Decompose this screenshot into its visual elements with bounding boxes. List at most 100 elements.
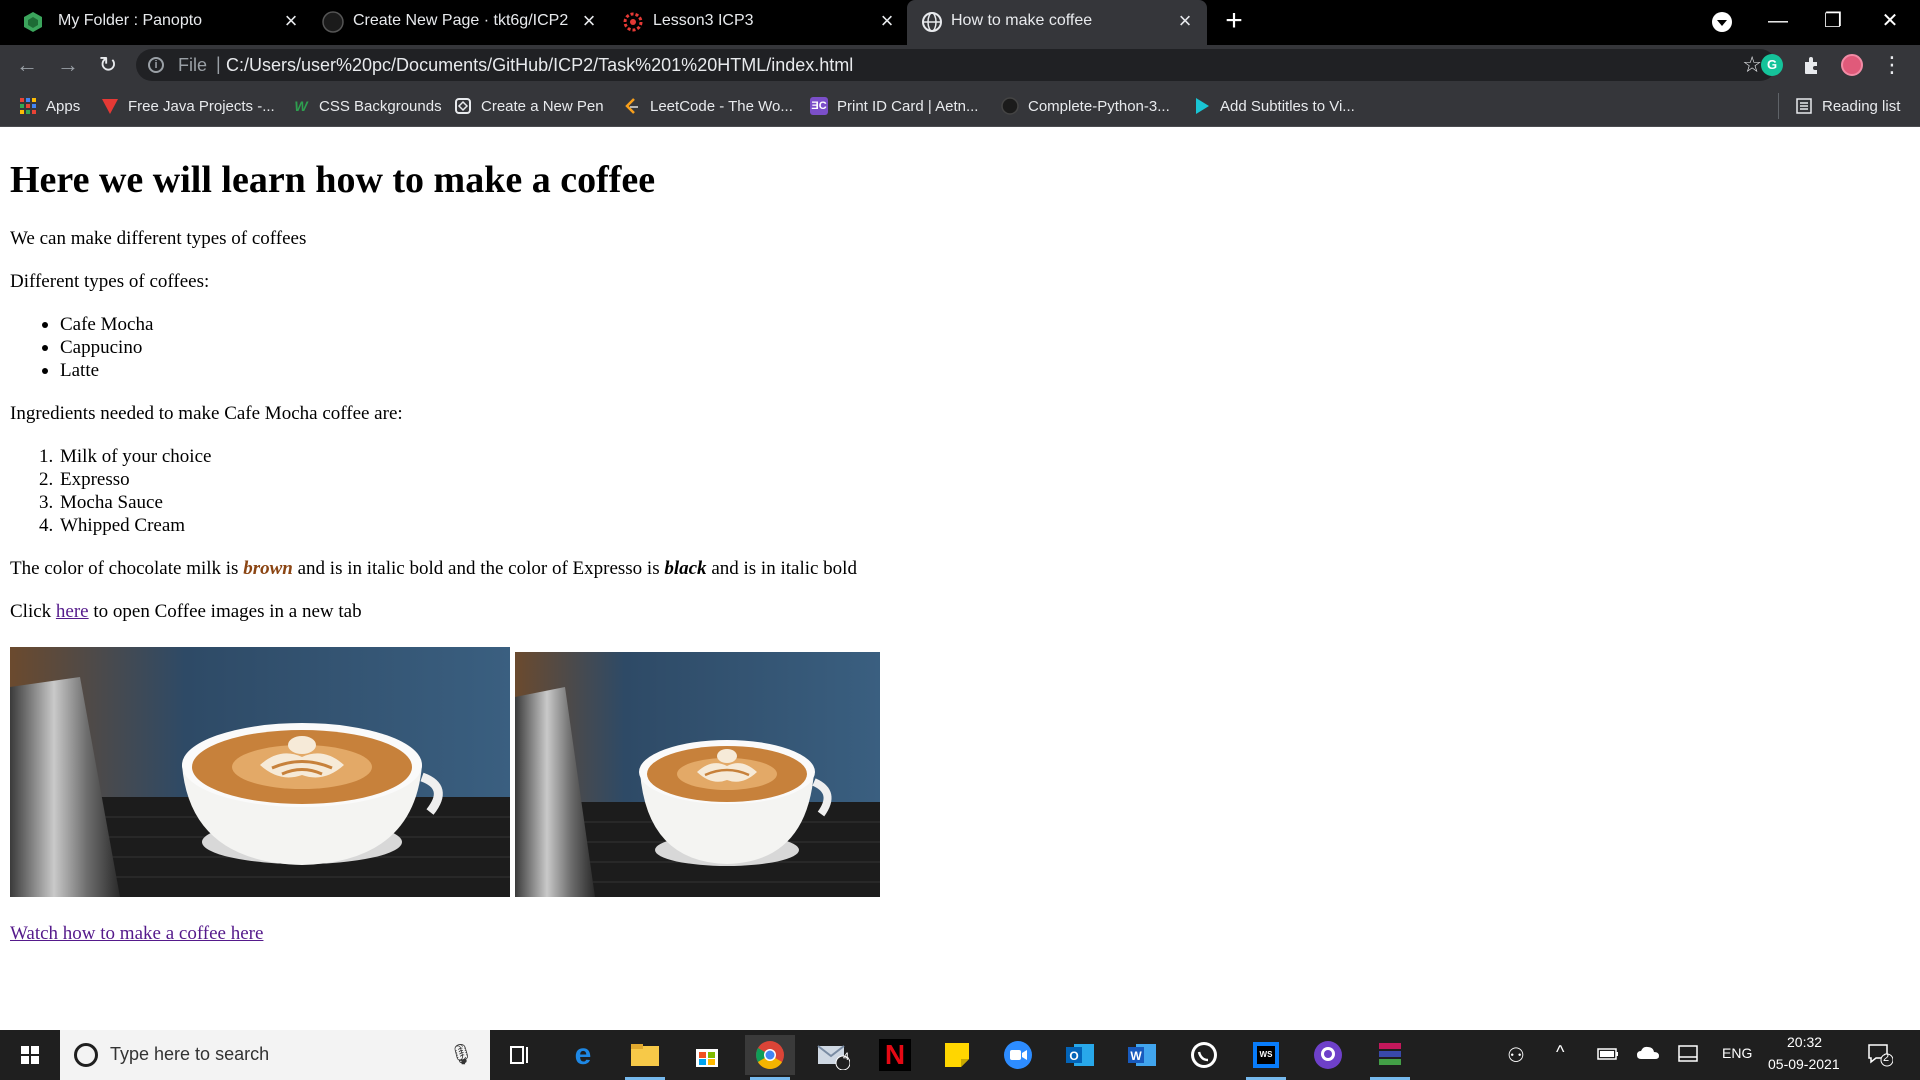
edge-icon[interactable]: e [558, 1035, 608, 1075]
bullet-icon [42, 322, 48, 328]
new-tab-plus-icon[interactable]: + [1220, 6, 1248, 36]
coffee-types-label: Different types of coffees: [10, 271, 210, 292]
tray-overflow-chevron-icon[interactable]: ^ [1556, 1042, 1564, 1063]
bullet-icon [42, 345, 48, 351]
list-number: 3. [39, 492, 54, 513]
tab-lesson3[interactable]: Lesson3 ICP3 × [610, 0, 910, 45]
bookmark-css-backgrounds[interactable]: W CSS Backgrounds [292, 95, 441, 117]
tab-title: My Folder : Panopto [58, 12, 203, 29]
file-explorer-icon[interactable] [620, 1035, 670, 1080]
bookmark-apps[interactable]: Apps [19, 95, 80, 117]
github-desktop-icon[interactable] [1303, 1035, 1353, 1075]
bookmark-label: LeetCode - The Wo... [650, 97, 793, 115]
tab-search-icon[interactable] [1711, 11, 1733, 33]
list-item-text: Expresso [60, 469, 130, 490]
video-link-row: Watch how to make a coffee here [10, 922, 263, 945]
color-sentence-part2: and is in italic bold and the color of E… [292, 558, 665, 579]
tab-close-icon[interactable]: × [578, 10, 600, 32]
netflix-icon[interactable]: N [870, 1035, 920, 1075]
bookmark-complete-python[interactable]: Complete-Python-3... [1001, 95, 1170, 117]
window-close-icon[interactable]: ✕ [1870, 6, 1910, 36]
menu-kebab-icon[interactable]: ⋮ [1877, 50, 1907, 80]
github-icon [322, 11, 344, 33]
extensions-puzzle-icon[interactable] [1801, 54, 1823, 76]
language-indicator[interactable]: ENG [1722, 1045, 1752, 1061]
address-bar[interactable]: i File | C:/Users/user%20pc/Documents/Gi… [136, 49, 1776, 81]
tab-how-to-make-coffee[interactable]: How to make coffee × [907, 0, 1207, 45]
forward-icon[interactable]: → [53, 50, 83, 80]
list-item: 2. Expresso [39, 468, 211, 491]
tab-title: Lesson3 ICP3 [653, 12, 754, 29]
tab-panopto[interactable]: My Folder : Panopto × [0, 0, 310, 45]
sticky-notes-icon[interactable] [932, 1035, 982, 1075]
page-heading: Here we will learn how to make a coffee [10, 159, 656, 201]
webstorm-icon[interactable]: WS [1241, 1035, 1291, 1080]
notification-count: 2 [1883, 1052, 1890, 1064]
tab-close-icon[interactable]: × [1174, 10, 1196, 32]
bookmark-label: Complete-Python-3... [1028, 97, 1170, 115]
play-icon [1196, 98, 1209, 114]
svg-text:W: W [1130, 1049, 1142, 1063]
click-sentence: Click here to open Coffee images in a ne… [10, 600, 362, 623]
reading-list-button[interactable]: Reading list [1795, 95, 1900, 117]
zoom-icon[interactable] [993, 1035, 1043, 1075]
whatsapp-icon[interactable] [1179, 1035, 1229, 1075]
black-text: black [664, 558, 707, 579]
outlook-icon[interactable]: O [1055, 1035, 1105, 1075]
info-icon[interactable]: i [148, 57, 164, 73]
tab-strip: My Folder : Panopto × Create New Page · … [0, 0, 1920, 45]
coffee-image-large[interactable] [10, 647, 510, 897]
task-view-icon[interactable] [495, 1035, 545, 1075]
click-sentence-after: to open Coffee images in a new tab [88, 601, 362, 622]
microphone-icon[interactable]: 🎙 [449, 1042, 474, 1067]
taskbar-search-box[interactable]: Type here to search 🎙 [60, 1030, 490, 1080]
battery-icon[interactable] [1597, 1047, 1619, 1061]
tab-title: Create New Page · tkt6g/ICP2 Wi [353, 12, 571, 29]
clock-date[interactable]: 05-09-2021 [1768, 1056, 1840, 1072]
tab-close-icon[interactable]: × [280, 10, 302, 32]
profile-avatar[interactable] [1841, 54, 1863, 76]
minimize-icon[interactable]: — [1758, 6, 1798, 36]
people-icon[interactable]: ⚇ [1507, 1043, 1525, 1068]
browser-toolbar: ← → ↻ i File | C:/Users/user%20pc/Docume… [0, 45, 1920, 85]
bookmarks-divider [1778, 93, 1779, 119]
tab-title: How to make coffee [951, 12, 1093, 29]
onedrive-cloud-icon[interactable] [1636, 1045, 1660, 1061]
address-url[interactable]: C:/Users/user%20pc/Documents/GitHub/ICP2… [226, 55, 853, 76]
tab-github-create-page[interactable]: Create New Page · tkt6g/ICP2 Wi × [310, 0, 610, 45]
bookmark-star-icon[interactable]: ☆ [1742, 52, 1762, 78]
microsoft-store-icon[interactable] [682, 1035, 732, 1075]
clock-time[interactable]: 20:32 [1787, 1034, 1822, 1050]
mail-icon[interactable]: 4 [808, 1035, 858, 1075]
chrome-icon[interactable] [745, 1035, 795, 1080]
bookmark-codepen[interactable]: Create a New Pen [454, 95, 604, 117]
back-icon[interactable]: ← [12, 50, 42, 80]
bookmark-free-java[interactable]: Free Java Projects -... [101, 95, 275, 117]
windows-start-icon[interactable] [0, 1030, 60, 1080]
here-link[interactable]: here [56, 601, 89, 622]
bookmark-print-id-card[interactable]: ƎC Print ID Card | Aetn... [810, 95, 978, 117]
winrar-icon[interactable] [1365, 1035, 1415, 1080]
list-item-text: Latte [60, 360, 100, 381]
coffee-image-small[interactable] [515, 652, 880, 897]
reload-icon[interactable]: ↻ [93, 50, 123, 80]
grammarly-icon[interactable]: G [1761, 54, 1783, 76]
latte-art-picture [515, 652, 880, 897]
list-item-text: Mocha Sauce [60, 492, 163, 513]
display-icon[interactable] [1678, 1044, 1698, 1064]
bookmark-leetcode[interactable]: LeetCode - The Wo... [623, 95, 793, 117]
bookmark-label: Free Java Projects -... [128, 97, 275, 115]
latte-art-picture [10, 647, 510, 897]
bookmarks-bar: Apps Free Java Projects -... W CSS Backg… [0, 85, 1920, 127]
svg-text:WS: WS [1260, 1050, 1274, 1059]
watch-video-link[interactable]: Watch how to make a coffee here [10, 923, 263, 944]
list-item-text: Cappucino [60, 337, 143, 358]
reading-list-icon [1796, 98, 1812, 114]
bookmark-add-subtitles[interactable]: Add Subtitles to Vi... [1193, 95, 1355, 117]
tab-close-icon[interactable]: × [876, 10, 898, 32]
restore-icon[interactable]: ❐ [1813, 6, 1853, 36]
list-item-text: Whipped Cream [60, 515, 186, 536]
list-item: 1. Milk of your choice [39, 445, 211, 468]
word-icon[interactable]: W [1117, 1035, 1167, 1075]
codepen-icon [455, 98, 471, 114]
